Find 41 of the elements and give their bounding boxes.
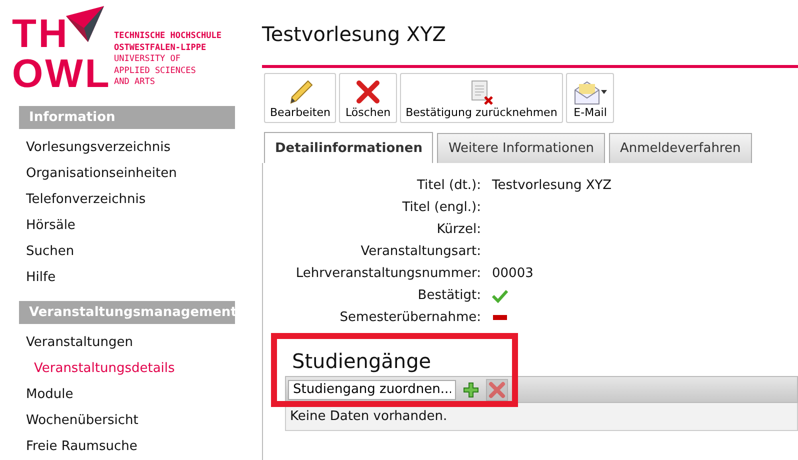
field-label: Kürzel:	[436, 221, 481, 238]
empty-message: Keine Daten vorhanden.	[285, 403, 798, 431]
sidebar-item[interactable]: Hörsäle	[26, 213, 262, 239]
sidebar-section-header: Veranstaltungsmanagement	[19, 301, 235, 324]
field-value: Testvorlesung XYZ	[492, 177, 612, 194]
logo-subtitle: OSTWESTFALEN-LIPPE	[114, 42, 208, 54]
sidebar-item[interactable]: Organisationseinheiten	[26, 161, 262, 187]
tab[interactable]: Detailinformationen	[264, 132, 434, 163]
toolbar-button[interactable]: Löschen	[339, 73, 397, 123]
sidebar-item[interactable]: Wochenübersicht	[26, 408, 262, 434]
page-title: Testvorlesung XYZ	[262, 22, 447, 48]
tab[interactable]: Weitere Informationen	[437, 133, 605, 163]
field-label: Titel (engl.):	[401, 199, 481, 216]
cross-icon	[354, 78, 382, 106]
section-title: Studiengänge	[292, 349, 432, 373]
sidebar-item[interactable]: Freie Raumsuche	[26, 434, 262, 460]
sidebar-item[interactable]: Veranstaltungen	[26, 330, 262, 356]
toolbar-button[interactable]: E-Mail	[566, 73, 614, 123]
sidebar-item[interactable]: Veranstaltungsdetails	[26, 356, 262, 382]
logo-text: TH	[12, 14, 70, 54]
sidebar-item[interactable]: Telefonverzeichnis	[26, 187, 262, 213]
sidebar-section-header: Information	[19, 106, 235, 129]
field-label: Veranstaltungsart:	[360, 243, 481, 260]
logo-subtitle: UNIVERSITY OF	[114, 54, 182, 66]
tab[interactable]: Anmeldeverfahren	[608, 133, 752, 163]
field-label: Titel (dt.):	[416, 177, 481, 194]
field-label: Semesterübernahme:	[338, 309, 481, 326]
input-field[interactable]: Studiengang zuordnen...	[288, 380, 456, 400]
logo-subtitle: AND ARTS	[114, 77, 156, 89]
logo-subtitle: APPLIED SCIENCES	[114, 66, 197, 78]
field-label: Bestätigt:	[416, 287, 481, 304]
sidebar-item[interactable]: Module	[26, 382, 262, 408]
field-value: 00003	[492, 265, 534, 282]
sidebar-item[interactable]: Hilfe	[26, 265, 262, 291]
toolbar-button[interactable]: Bearbeiten	[264, 73, 336, 123]
sidebar-item[interactable]: Suchen	[26, 239, 262, 265]
sidebar-item[interactable]: Vorlesungsverzeichnis	[26, 135, 262, 161]
field-label: Lehrveranstaltungsnummer:	[294, 265, 481, 282]
logo-subtitle: TECHNISCHE HOCHSCHULE	[114, 31, 222, 43]
toolbar-button[interactable]: Bestätigung zurücknehmen	[400, 73, 564, 123]
logo-text: OWL	[12, 54, 112, 94]
